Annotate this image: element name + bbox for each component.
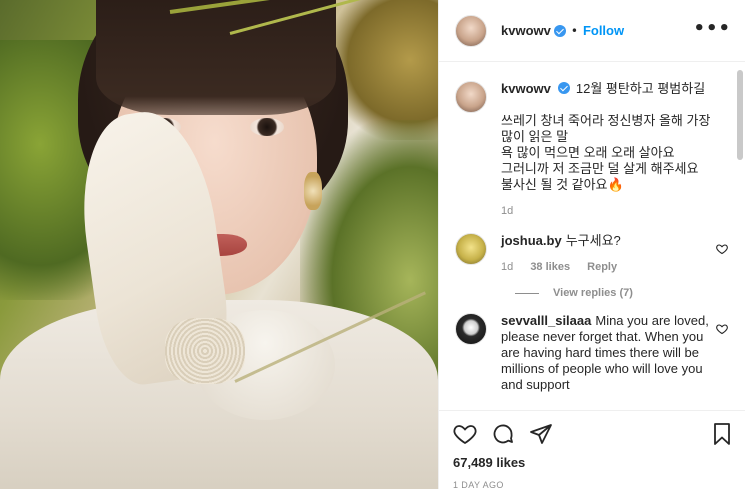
view-replies-button[interactable]: View replies (7) bbox=[515, 287, 730, 299]
caption-body: kvwowv 12월 평탄하고 평범하길 쓰레기 창녀 죽어라 정신병자 올해 가… bbox=[501, 81, 716, 219]
separator-dot: • bbox=[570, 23, 578, 38]
bookmark-icon[interactable] bbox=[710, 422, 734, 446]
more-options-icon[interactable]: ••• bbox=[693, 18, 731, 39]
paper-plane-icon[interactable] bbox=[529, 422, 553, 446]
author-avatar[interactable] bbox=[455, 81, 487, 113]
instagram-post: kvwowv • Follow ••• kvwowv 12월 평탄하고 평범하길 … bbox=[0, 0, 745, 490]
author-username[interactable]: kvwowv bbox=[501, 23, 551, 38]
comment-like-heart-icon[interactable] bbox=[716, 323, 728, 335]
bangs bbox=[96, 0, 336, 115]
comment-text: 누구세요? bbox=[565, 233, 621, 248]
comment-likes[interactable]: 38 likes bbox=[530, 261, 570, 273]
view-replies-line bbox=[515, 292, 539, 294]
glove-lace-cuff bbox=[165, 318, 245, 384]
eye bbox=[250, 118, 284, 136]
comment-time: 1d bbox=[501, 261, 514, 273]
verified-badge-icon bbox=[553, 24, 566, 37]
follow-button[interactable]: Follow bbox=[583, 23, 624, 38]
post-photo[interactable] bbox=[0, 0, 438, 489]
comment-item: sevvalll_silaaa Mina you are loved, pleas… bbox=[455, 313, 730, 393]
header-user: kvwowv • Follow bbox=[501, 23, 624, 38]
post-header: kvwowv • Follow ••• bbox=[439, 0, 745, 62]
commenter-avatar[interactable] bbox=[455, 313, 487, 345]
comment-username[interactable]: sevvalll_silaaa bbox=[501, 313, 591, 328]
author-avatar[interactable] bbox=[455, 14, 487, 47]
action-icons bbox=[453, 421, 734, 447]
heart-icon[interactable] bbox=[453, 422, 477, 446]
post-actions: 67,489 likes 1 DAY AGO bbox=[439, 410, 745, 490]
comment-username[interactable]: joshua.by bbox=[501, 233, 562, 248]
comment-body: joshua.by 누구세요? 1d 38 likes Reply bbox=[501, 233, 716, 275]
likes-count[interactable]: 67,489 likes bbox=[453, 455, 734, 470]
comment-meta: 1d 38 likes Reply bbox=[501, 259, 716, 275]
comments-scrollbar[interactable] bbox=[737, 70, 743, 160]
caption-username[interactable]: kvwowv bbox=[501, 81, 551, 96]
comment-body: sevvalll_silaaa Mina you are loved, pleas… bbox=[501, 313, 716, 393]
verified-badge-icon bbox=[557, 82, 570, 94]
post-sidebar: kvwowv • Follow ••• kvwowv 12월 평탄하고 평범하길 … bbox=[438, 0, 745, 490]
comments-list[interactable]: kvwowv 12월 평탄하고 평범하길 쓰레기 창녀 죽어라 정신병자 올해 가… bbox=[439, 63, 745, 408]
comment-icon[interactable] bbox=[491, 422, 515, 446]
reply-button[interactable]: Reply bbox=[587, 261, 617, 273]
earring bbox=[304, 172, 322, 210]
caption-time: 1d bbox=[501, 205, 514, 217]
view-replies-label: View replies (7) bbox=[553, 287, 633, 299]
caption-text: 12월 평탄하고 평범하길 쓰레기 창녀 죽어라 정신병자 올해 가장 많이 읽… bbox=[501, 81, 711, 192]
comment-like-heart-icon[interactable] bbox=[716, 243, 728, 255]
caption: kvwowv 12월 평탄하고 평범하길 쓰레기 창녀 죽어라 정신병자 올해 가… bbox=[455, 81, 730, 219]
caption-meta: 1d bbox=[501, 203, 716, 219]
commenter-avatar[interactable] bbox=[455, 233, 487, 265]
comment-item: joshua.by 누구세요? 1d 38 likes Reply bbox=[455, 233, 730, 275]
